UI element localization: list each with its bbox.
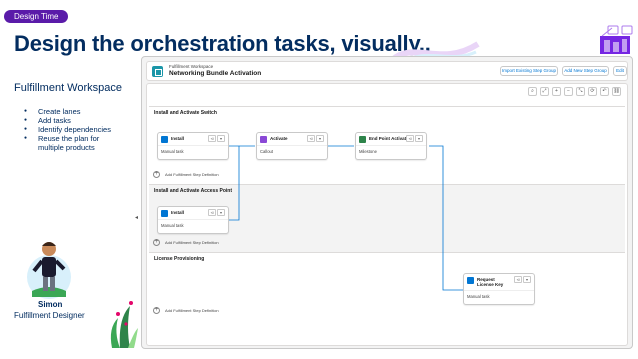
- add-step-group-button[interactable]: Add New Step Group: [562, 66, 609, 76]
- connector-install-ap-activate: [229, 146, 240, 221]
- callout-icon: [260, 136, 267, 143]
- task-node-activate[interactable]: Activate ⊲ ▾ Callout: [256, 132, 328, 160]
- list-item: Identify dependencies: [24, 125, 114, 134]
- list-item: Reuse the plan for multiple products: [24, 134, 114, 152]
- app-logo-icon: [600, 25, 633, 54]
- chevron-down-icon[interactable]: ▾: [217, 209, 225, 216]
- link-icon[interactable]: ⊲: [514, 276, 522, 283]
- section-title: Fulfillment Workspace: [14, 82, 122, 94]
- orchestration-canvas: ⌕ ⤢ + − ⤡ ⟳ ↶ ⛓ Install and Activate Swi…: [146, 83, 628, 346]
- connector-endpoint-license: [429, 145, 463, 291]
- plant-decoration-icon: [110, 301, 138, 348]
- milestone-icon: [359, 136, 366, 143]
- list-item: Create lanes: [24, 107, 114, 116]
- chevron-down-icon[interactable]: ▾: [217, 135, 225, 142]
- chevron-down-icon[interactable]: ▾: [415, 135, 423, 142]
- person-name: Simon: [38, 300, 63, 309]
- chevron-down-icon[interactable]: ▾: [316, 135, 324, 142]
- edit-button[interactable]: Edit: [613, 66, 627, 76]
- import-step-group-button[interactable]: Import Existing Step Group: [500, 66, 558, 76]
- task-node-end-point-activated[interactable]: End Point Activated ⊲ ▾ Milestone: [355, 132, 427, 160]
- workspace-label: Fulfillment Workspace: [169, 64, 214, 69]
- task-icon: [161, 210, 168, 217]
- person-role: Fulfillment Designer: [14, 311, 85, 320]
- link-icon[interactable]: ⊲: [208, 209, 216, 216]
- list-item: Add tasks: [24, 116, 114, 125]
- link-icon[interactable]: ⊲: [208, 135, 216, 142]
- design-time-badge: Design Time: [4, 10, 69, 23]
- task-node-request-license-key[interactable]: Request License Key ⊲ ▾ Manual task: [463, 273, 535, 305]
- task-icon: [467, 277, 474, 284]
- link-icon[interactable]: ⊲: [406, 135, 414, 142]
- link-icon[interactable]: ⊲: [307, 135, 315, 142]
- workspace-header: Fulfillment Workspace Networking Bundle …: [146, 61, 628, 81]
- chevron-down-icon[interactable]: ▾: [523, 276, 531, 283]
- workspace-name: Networking Bundle Activation: [169, 70, 262, 77]
- collapse-arrow-icon[interactable]: ◂: [135, 214, 138, 221]
- slide-title: Design the orchestration tasks, visually…: [14, 31, 431, 56]
- workspace-icon: [152, 66, 163, 77]
- simon-avatar-illustration: [27, 242, 71, 299]
- fulfillment-workspace-window: Fulfillment Workspace Networking Bundle …: [141, 56, 633, 349]
- task-node-install-access-point[interactable]: Install ⊲ ▾ Manual task: [157, 206, 229, 234]
- task-node-install[interactable]: Install ⊲ ▾ Manual task: [157, 132, 229, 160]
- task-icon: [161, 136, 168, 143]
- feature-list: Create lanes Add tasks Identify dependen…: [24, 107, 114, 152]
